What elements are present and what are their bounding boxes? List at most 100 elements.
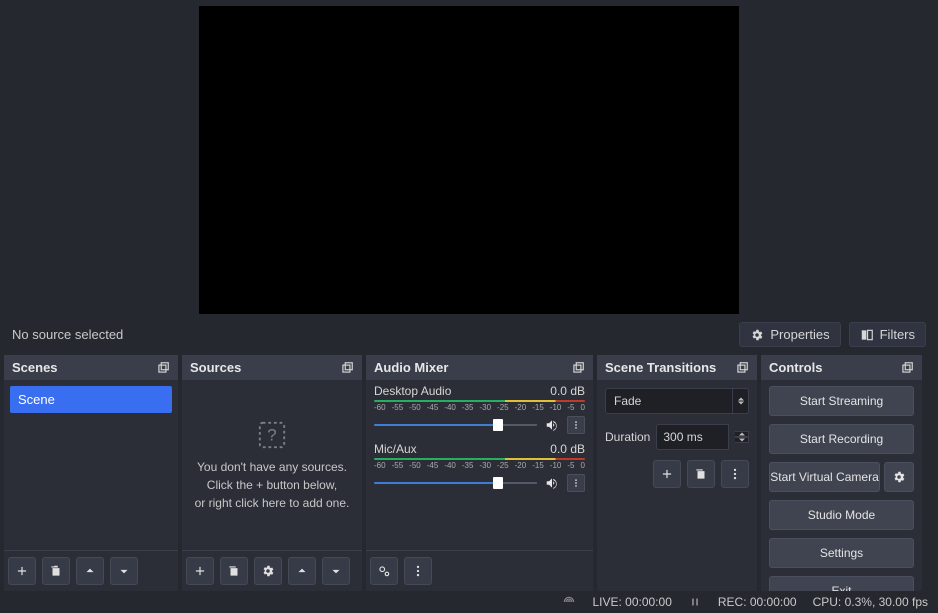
add-scene-button[interactable] xyxy=(8,557,36,585)
speaker-icon[interactable] xyxy=(543,476,561,490)
mixer-title: Audio Mixer xyxy=(374,360,571,375)
channel-db: 0.0 dB xyxy=(550,384,585,398)
scenes-list[interactable]: Scene xyxy=(4,380,178,550)
scenes-title: Scenes xyxy=(12,360,156,375)
transition-properties-button[interactable] xyxy=(721,460,749,488)
filters-icon xyxy=(860,328,874,342)
trash-icon xyxy=(49,564,63,578)
filters-button[interactable]: Filters xyxy=(849,322,926,347)
controls-body: Start Streaming Start Recording Start Vi… xyxy=(761,380,922,591)
scene-down-button[interactable] xyxy=(110,557,138,585)
gears-icon xyxy=(377,564,391,578)
scene-item[interactable]: Scene xyxy=(10,386,172,413)
exit-button[interactable]: Exit xyxy=(769,576,914,591)
scenes-header[interactable]: Scenes xyxy=(4,355,178,380)
start-recording-button[interactable]: Start Recording xyxy=(769,424,914,454)
popout-icon[interactable] xyxy=(900,361,914,375)
docks-container: Scenes Scene Sources ? You don't have an… xyxy=(0,355,938,591)
chevron-down-icon xyxy=(329,564,343,578)
gear-icon xyxy=(261,564,275,578)
channel-name: Mic/Aux xyxy=(374,442,417,456)
trash-icon xyxy=(227,564,241,578)
trash-icon xyxy=(694,467,708,481)
source-down-button[interactable] xyxy=(322,557,350,585)
audio-meter: -60-55-50-45-40-35-30-25-20-15-10-50 xyxy=(374,458,585,470)
sources-empty-state: ? You don't have any sources. Click the … xyxy=(186,382,358,548)
remove-transition-button[interactable] xyxy=(687,460,715,488)
sources-title: Sources xyxy=(190,360,340,375)
popout-icon[interactable] xyxy=(735,361,749,375)
mixer-menu-button[interactable] xyxy=(404,557,432,585)
plus-icon xyxy=(660,467,674,481)
start-virtual-camera-button[interactable]: Start Virtual Camera xyxy=(769,462,880,492)
settings-button[interactable]: Settings xyxy=(769,538,914,568)
duration-input[interactable]: 300 ms xyxy=(656,424,729,450)
duration-down[interactable] xyxy=(735,437,749,443)
volume-slider[interactable] xyxy=(374,422,537,428)
plus-icon xyxy=(193,564,207,578)
remove-source-button[interactable] xyxy=(220,557,248,585)
controls-title: Controls xyxy=(769,360,900,375)
transitions-header[interactable]: Scene Transitions xyxy=(597,355,757,380)
transition-select-arrows[interactable] xyxy=(733,388,749,414)
transitions-title: Scene Transitions xyxy=(605,360,735,375)
transitions-panel: Scene Transitions Fade Duration 300 ms xyxy=(597,355,757,591)
duration-label: Duration xyxy=(605,430,650,444)
audio-meter: -60-55-50-45-40-35-30-25-20-15-10-50 xyxy=(374,400,585,412)
chevron-up-icon xyxy=(295,564,309,578)
kebab-icon xyxy=(571,476,581,490)
mixer-advanced-button[interactable] xyxy=(370,557,398,585)
sources-header[interactable]: Sources xyxy=(182,355,362,380)
mixer-toolbar xyxy=(366,550,593,591)
remove-scene-button[interactable] xyxy=(42,557,70,585)
mixer-channel-desktop-audio: Desktop Audio 0.0 dB -60-55-50-45-40-35-… xyxy=(370,382,589,440)
start-streaming-button[interactable]: Start Streaming xyxy=(769,386,914,416)
speaker-icon[interactable] xyxy=(543,418,561,432)
channel-options-button[interactable] xyxy=(567,416,585,434)
transition-select[interactable]: Fade xyxy=(605,388,733,414)
channel-db: 0.0 dB xyxy=(550,442,585,456)
source-properties-button[interactable] xyxy=(254,557,282,585)
gear-icon xyxy=(892,470,906,484)
empty-line-2: Click the + button below, xyxy=(207,478,337,492)
sources-list[interactable]: ? You don't have any sources. Click the … xyxy=(182,380,362,550)
volume-slider[interactable] xyxy=(374,480,537,486)
scene-up-button[interactable] xyxy=(76,557,104,585)
chevron-up-icon xyxy=(83,564,97,578)
kebab-icon xyxy=(728,467,742,481)
status-rec: REC: 00:00:00 xyxy=(718,595,797,609)
popout-icon[interactable] xyxy=(156,361,170,375)
studio-mode-button[interactable]: Studio Mode xyxy=(769,500,914,530)
virtual-camera-settings-button[interactable] xyxy=(884,462,914,492)
mixer-header[interactable]: Audio Mixer xyxy=(366,355,593,380)
add-transition-button[interactable] xyxy=(653,460,681,488)
source-up-button[interactable] xyxy=(288,557,316,585)
gear-icon xyxy=(750,328,764,342)
add-source-button[interactable] xyxy=(186,557,214,585)
audio-mixer-panel: Audio Mixer Desktop Audio 0.0 dB -60-55-… xyxy=(366,355,593,591)
chevron-down-icon xyxy=(117,564,131,578)
preview-area xyxy=(0,0,938,314)
chevron-down-icon xyxy=(739,438,745,442)
properties-button[interactable]: Properties xyxy=(739,322,840,347)
status-cpu: CPU: 0.3%, 30.00 fps xyxy=(813,595,928,609)
meter-ticks: -60-55-50-45-40-35-30-25-20-15-10-50 xyxy=(374,461,585,470)
meter-ticks: -60-55-50-45-40-35-30-25-20-15-10-50 xyxy=(374,403,585,412)
channel-options-button[interactable] xyxy=(567,474,585,492)
pause-icon xyxy=(688,595,702,609)
transitions-body: Fade Duration 300 ms xyxy=(597,380,757,591)
svg-text:?: ? xyxy=(267,426,276,445)
filters-label: Filters xyxy=(880,327,915,342)
status-bar: LIVE: 00:00:00 REC: 00:00:00 CPU: 0.3%, … xyxy=(0,591,938,613)
sources-toolbar xyxy=(182,550,362,591)
chevron-down-icon xyxy=(738,401,744,405)
chevron-up-icon xyxy=(739,432,745,436)
popout-icon[interactable] xyxy=(571,361,585,375)
mixer-body: Desktop Audio 0.0 dB -60-55-50-45-40-35-… xyxy=(366,380,593,550)
empty-line-1: You don't have any sources. xyxy=(197,460,347,474)
status-live: LIVE: 00:00:00 xyxy=(592,595,671,609)
kebab-icon xyxy=(571,418,581,432)
popout-icon[interactable] xyxy=(340,361,354,375)
preview-canvas[interactable] xyxy=(199,6,739,314)
controls-header[interactable]: Controls xyxy=(761,355,922,380)
